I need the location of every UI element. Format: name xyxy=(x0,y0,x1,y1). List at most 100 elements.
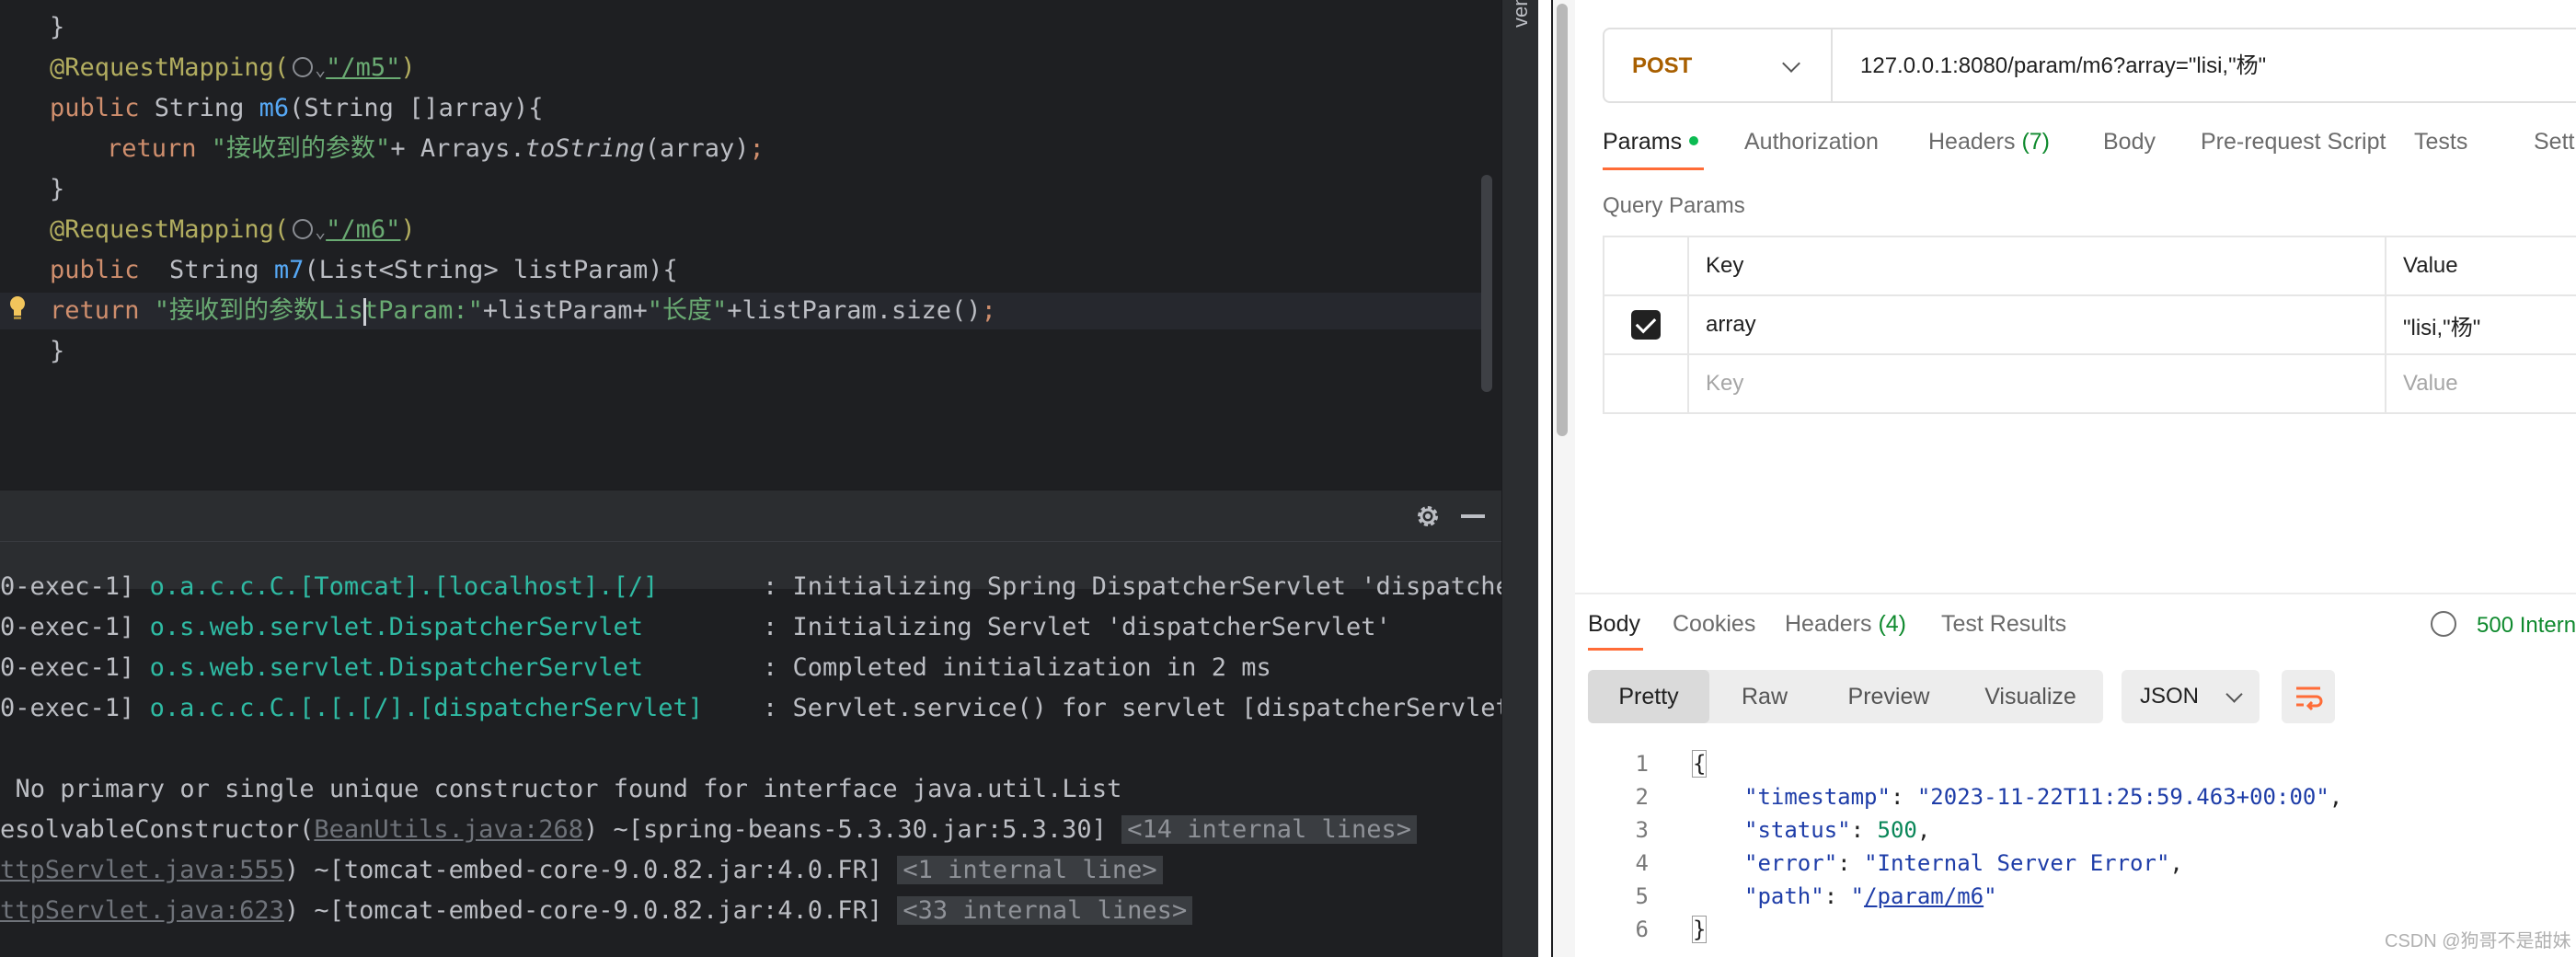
chevron-down-icon[interactable]: ⌄ xyxy=(315,58,326,80)
tab-body[interactable]: Body xyxy=(2103,129,2156,156)
text-caret xyxy=(363,298,366,326)
response-tab-body[interactable]: Body xyxy=(1588,611,1640,638)
lightbulb-icon[interactable] xyxy=(7,294,28,322)
window-divider xyxy=(1538,0,1551,957)
internal-lines-fold[interactable]: <14 internal lines> xyxy=(1121,815,1418,844)
view-mode-group: Pretty Raw Preview Visualize xyxy=(1588,670,2103,723)
param-key-field[interactable]: array xyxy=(1687,294,2386,355)
json-close-brace: } xyxy=(1691,916,1708,943)
console-line: 0-exec-1] o.a.c.c.C.[.[.[/].[dispatcherS… xyxy=(0,694,1501,722)
json-open-brace: { xyxy=(1691,750,1708,778)
run-tool-window-header xyxy=(0,490,1501,542)
tab-headers[interactable]: Headers (7) xyxy=(1928,129,2050,156)
param-enabled-checkbox[interactable] xyxy=(1631,310,1661,340)
table-row: array "lisi,"杨" xyxy=(1603,294,2576,355)
postman-panel: POST 127.0.0.1:8080/param/m6?array="lisi… xyxy=(1575,0,2576,957)
line-number: 6 xyxy=(1635,917,1649,942)
response-tab-cookies[interactable]: Cookies xyxy=(1673,611,1755,638)
active-dot xyxy=(1689,136,1699,146)
tab-tests[interactable]: Tests xyxy=(2414,129,2467,156)
console-output[interactable]: 0-exec-1] o.a.c.c.C.[Tomcat].[localhost]… xyxy=(0,572,1501,957)
console-line: 0-exec-1] o.s.web.servlet.DispatcherServ… xyxy=(0,613,1391,641)
format-select[interactable]: JSON xyxy=(2122,670,2260,723)
json-line: "path": "/param/m6" xyxy=(1744,883,1997,909)
table-header-row: Key Value xyxy=(1603,236,2576,296)
code-line: return "接收到的参数ListParam:"+listParam+"长度"… xyxy=(50,296,996,325)
visualize-button[interactable]: Visualize xyxy=(1958,670,2103,723)
source-link[interactable]: BeanUtils.java:268 xyxy=(314,815,583,844)
response-tab-test-results[interactable]: Test Results xyxy=(1941,611,2066,638)
divider xyxy=(1575,593,2576,594)
line-number: 2 xyxy=(1635,784,1649,810)
tab-params[interactable]: Params xyxy=(1603,129,1699,156)
code-line: @RequestMapping(⌄"/m6") xyxy=(50,215,416,244)
console-line: 0-exec-1] o.s.web.servlet.DispatcherServ… xyxy=(0,653,1271,682)
watermark: CSDN @狗哥不是甜妹 xyxy=(2385,931,2571,951)
maven-side-strip[interactable] xyxy=(1501,0,1539,957)
tab-settings[interactable]: Sett xyxy=(2534,129,2574,156)
query-params-table: Key Value array "lisi,"杨" Key Value xyxy=(1603,236,2576,414)
chevron-down-icon[interactable] xyxy=(1782,54,1800,73)
code-line: public String m6(String []array){ xyxy=(50,94,544,122)
url-input[interactable]: 127.0.0.1:8080/param/m6?array="lisi,"杨" xyxy=(1860,29,2266,103)
active-tab-indicator xyxy=(1588,648,1643,651)
internal-lines-fold[interactable]: <1 internal line> xyxy=(897,856,1163,884)
code-line: } xyxy=(50,337,65,365)
internal-lines-fold[interactable]: <33 internal lines> xyxy=(897,896,1193,925)
chevron-down-icon[interactable]: ⌄ xyxy=(315,220,326,242)
divider xyxy=(1831,29,1833,103)
ide-panel: } @RequestMapping(⌄"/m5") public String … xyxy=(0,0,1501,957)
console-line: : No primary or single unique constructo… xyxy=(0,775,1122,803)
gear-icon[interactable] xyxy=(1413,502,1443,531)
globe-icon[interactable] xyxy=(2431,611,2456,637)
active-tab-indicator xyxy=(1603,167,1704,170)
table-row: Key Value xyxy=(1603,353,2576,414)
tab-authorization[interactable]: Authorization xyxy=(1744,129,1879,156)
table-cell xyxy=(1603,236,1689,296)
method-select[interactable]: POST xyxy=(1632,29,1692,103)
request-url-bar: POST 127.0.0.1:8080/param/m6?array="lisi… xyxy=(1603,28,2576,103)
code-editor[interactable]: } @RequestMapping(⌄"/m5") public String … xyxy=(0,0,1501,490)
editor-scrollbar[interactable] xyxy=(1481,175,1492,392)
postman-scrollbar-thumb[interactable] xyxy=(1557,4,1568,436)
query-params-title: Query Params xyxy=(1603,193,1745,218)
code-line: public String m7(List<String> listParam)… xyxy=(50,256,678,284)
preview-button[interactable]: Preview xyxy=(1820,670,1958,723)
line-number: 1 xyxy=(1635,751,1649,777)
code-line: return "接收到的参数"+ Arrays.toString(array); xyxy=(107,134,765,163)
line-number: 4 xyxy=(1635,850,1649,876)
line-number: 3 xyxy=(1635,817,1649,843)
table-cell xyxy=(1603,353,1689,414)
source-link[interactable]: ttpServlet.java:555 xyxy=(0,856,284,884)
wrap-lines-icon[interactable] xyxy=(2282,670,2335,723)
code-line: } xyxy=(50,13,65,41)
globe-icon[interactable] xyxy=(293,218,314,239)
minimize-icon[interactable] xyxy=(1461,514,1485,518)
json-line: "timestamp": "2023-11-22T11:25:59.463+00… xyxy=(1744,784,2343,810)
new-value-field[interactable]: Value xyxy=(2385,353,2576,414)
chevron-down-icon xyxy=(2225,686,2243,703)
console-line: ttpServlet.java:555) ~[tomcat-embed-core… xyxy=(0,850,1501,891)
status-badge[interactable]: 500 Intern xyxy=(2477,613,2576,639)
raw-button[interactable]: Raw xyxy=(1709,670,1820,723)
console-line: ttpServlet.java:623) ~[tomcat-embed-core… xyxy=(0,891,1501,931)
console-line: esolvableConstructor(BeanUtils.java:268)… xyxy=(0,810,1501,850)
table-cell xyxy=(1603,294,1689,355)
code-line: @RequestMapping(⌄"/m5") xyxy=(50,53,416,82)
json-line: "status": 500, xyxy=(1744,817,1931,843)
maven-strip-label[interactable]: ven xyxy=(1509,0,1532,28)
param-value-field[interactable]: "lisi,"杨" xyxy=(2385,294,2576,355)
value-column-header: Value xyxy=(2385,236,2576,296)
format-label: JSON xyxy=(2140,684,2200,709)
new-key-field[interactable]: Key xyxy=(1687,353,2386,414)
json-line: "error": "Internal Server Error", xyxy=(1744,850,2183,876)
console-line: 0-exec-1] o.a.c.c.C.[Tomcat].[localhost]… xyxy=(0,572,1501,601)
code-line: } xyxy=(50,175,65,203)
path-link[interactable]: /param/m6 xyxy=(1864,883,1984,909)
pretty-button[interactable]: Pretty xyxy=(1588,670,1709,723)
globe-icon[interactable] xyxy=(293,56,314,77)
tab-prerequest-script[interactable]: Pre-request Script xyxy=(2201,129,2386,156)
response-tab-headers[interactable]: Headers (4) xyxy=(1785,611,1906,638)
source-link[interactable]: ttpServlet.java:623 xyxy=(0,896,284,925)
line-number: 5 xyxy=(1635,883,1649,909)
